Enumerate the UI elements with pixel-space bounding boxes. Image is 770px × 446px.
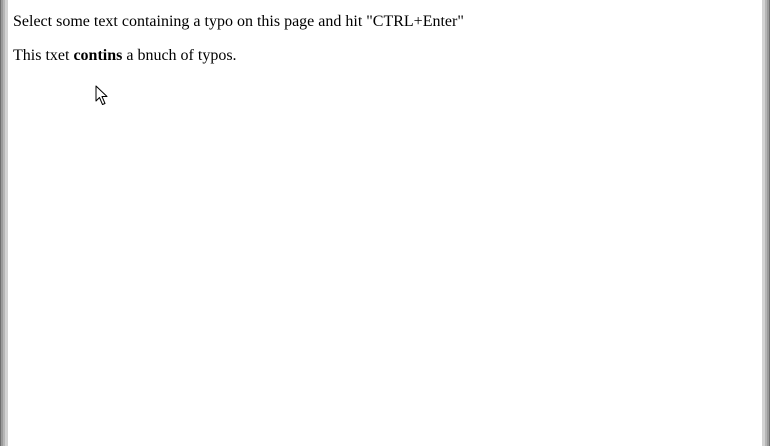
typo-sentence-end[interactable]: a bnuch of typos. <box>122 47 236 64</box>
typo-sentence[interactable]: This txet contins a bnuch of typos. <box>13 46 464 66</box>
browser-viewport: Select some text containing a typo on th… <box>0 0 770 446</box>
typo-sentence-start[interactable]: This txet <box>13 47 73 64</box>
instruction-text[interactable]: Select some text containing a typo on th… <box>13 12 464 32</box>
page-content: Select some text containing a typo on th… <box>13 12 464 80</box>
window-border-left-inner <box>5 0 8 446</box>
typo-sentence-bold-word[interactable]: contins <box>73 47 122 64</box>
arrow-cursor-icon <box>95 85 108 105</box>
window-border-right <box>762 0 770 446</box>
